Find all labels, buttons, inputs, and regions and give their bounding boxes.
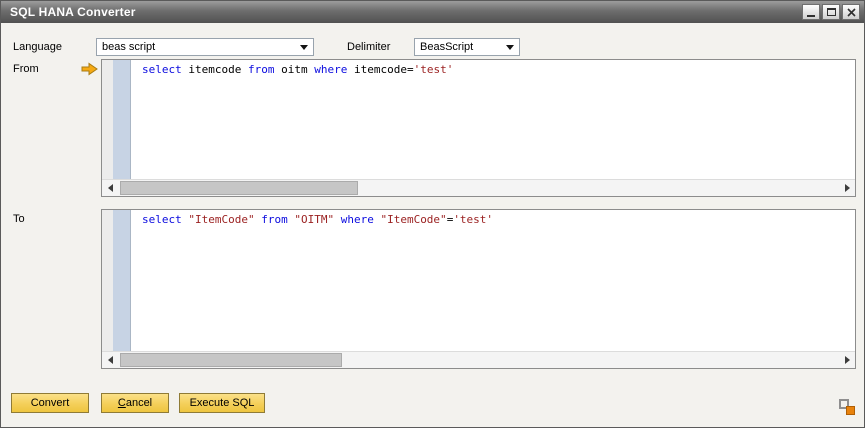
editor-gutter [113,60,131,179]
chevron-down-icon [506,44,514,50]
close-button[interactable] [842,4,860,20]
editor-gutter [113,210,131,351]
code-token: "OITM" [294,213,341,226]
from-label: From [13,63,39,75]
from-editor-body: select itemcode from oitm where itemcode… [102,60,855,179]
grip-orange-square [846,406,855,415]
to-editor-body: select "ItemCode" from "OITM" where "Ite… [102,210,855,351]
scroll-right-button[interactable] [839,352,855,368]
editor-margin [102,210,113,351]
code-token: from [247,63,282,76]
code-token: 'test' [453,213,494,226]
minimize-icon [807,15,815,17]
close-icon [846,7,856,17]
resize-grip-icon[interactable] [839,399,855,415]
code-token: = [406,63,414,76]
code-token: itemcode [353,63,407,76]
convert-button-label: Convert [30,397,70,409]
sql-hana-converter-window: SQL HANA Converter Language beas script … [0,0,865,428]
code-token: "ItemCode" [380,213,447,226]
scrollbar-thumb[interactable] [120,353,342,367]
delimiter-label: Delimiter [347,41,391,53]
from-horizontal-scrollbar[interactable] [102,179,855,196]
maximize-button[interactable] [822,4,840,20]
minimize-button[interactable] [802,4,820,20]
scroll-right-icon [844,184,850,192]
to-editor: select "ItemCode" from "OITM" where "Ite… [101,209,856,369]
execute-sql-button[interactable]: Execute SQL [179,393,265,413]
scroll-left-icon [107,184,113,192]
code-token: oitm [281,63,315,76]
title-bar[interactable]: SQL HANA Converter [1,1,864,23]
code-token: select [142,63,189,76]
code-token: from [261,213,295,226]
scroll-left-button[interactable] [102,180,118,196]
code-token: where [314,63,354,76]
delimiter-value: BeasScript [420,41,474,53]
chevron-down-icon [300,44,308,50]
link-arrow-icon[interactable] [81,62,98,76]
scrollbar-thumb[interactable] [120,181,358,195]
code-token: select [142,213,189,226]
from-editor: select itemcode from oitm where itemcode… [101,59,856,197]
scroll-left-button[interactable] [102,352,118,368]
execute-sql-button-label: Execute SQL [189,397,255,409]
code-token: 'test' [413,63,454,76]
delimiter-dropdown[interactable]: BeasScript [414,38,520,56]
from-code-area[interactable]: select itemcode from oitm where itemcode… [142,63,852,77]
code-token: itemcode [188,63,248,76]
language-dropdown[interactable]: beas script [96,38,314,56]
to-code-area[interactable]: select "ItemCode" from "OITM" where "Ite… [142,213,852,227]
convert-button[interactable]: Convert [11,393,89,413]
to-horizontal-scrollbar[interactable] [102,351,855,368]
to-label: To [13,213,25,225]
code-token: where [340,213,381,226]
window-title: SQL HANA Converter [10,5,136,19]
scroll-right-icon [844,356,850,364]
maximize-icon [826,8,836,16]
scroll-right-button[interactable] [839,180,855,196]
cancel-button-label: Cancel [117,397,153,409]
window-controls [802,4,860,20]
language-label: Language [13,41,62,53]
scroll-left-icon [107,356,113,364]
cancel-button[interactable]: Cancel [101,393,169,413]
editor-margin [102,60,113,179]
code-token: "ItemCode" [188,213,262,226]
language-value: beas script [102,41,156,53]
